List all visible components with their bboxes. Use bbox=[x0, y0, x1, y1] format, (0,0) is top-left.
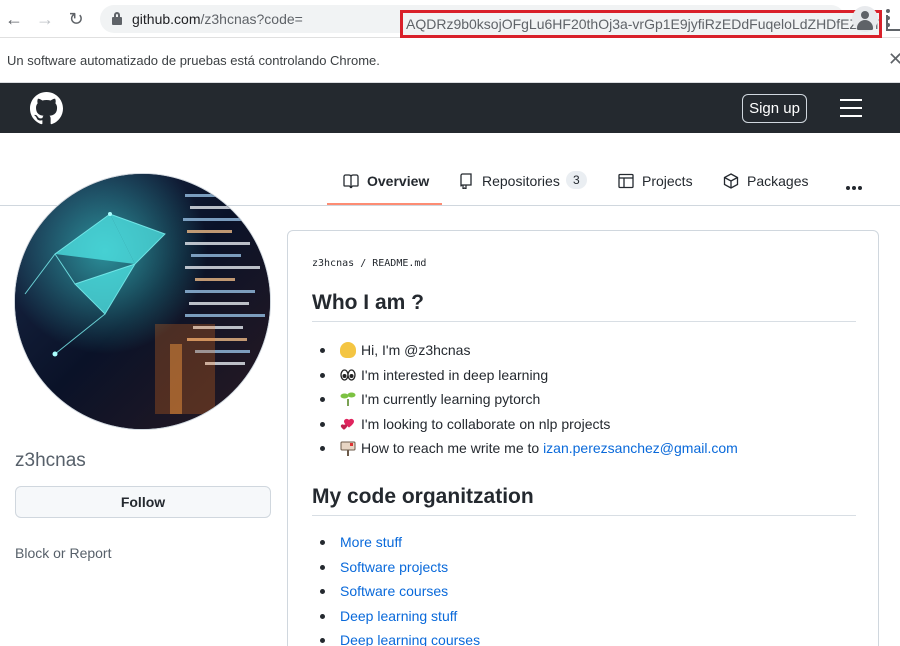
readme-card: z3hcnas / README.md Who I am ? Hi, I'm @… bbox=[287, 230, 879, 646]
url-code: AQDRz9b0ksojOFgLu6HF20thOj3a-vrGp1E9jyfi… bbox=[406, 16, 882, 32]
list-item: I'm interested in deep learning bbox=[320, 365, 738, 390]
book-icon bbox=[343, 174, 359, 189]
list-item-text: How to reach me write me to bbox=[361, 440, 544, 456]
readme-path-user[interactable]: z3hcnas bbox=[312, 258, 354, 269]
follow-button[interactable]: Follow bbox=[15, 486, 271, 518]
tab-overview[interactable]: Overview bbox=[327, 171, 442, 205]
revolving-hearts-icon bbox=[340, 416, 356, 432]
address-bar[interactable]: github.com/z3hcnas?code= AQDRz9b0ksojOFg… bbox=[100, 5, 900, 38]
repositories-count-badge: 3 bbox=[566, 171, 587, 189]
tab-projects[interactable]: Projects bbox=[618, 171, 698, 205]
projects-icon bbox=[618, 173, 634, 189]
forward-arrow-icon[interactable]: → bbox=[34, 8, 56, 30]
list-item: I'm currently learning pytorch bbox=[320, 389, 738, 414]
readme-path-separator: / bbox=[360, 258, 367, 269]
profile-avatar-icon[interactable] bbox=[852, 6, 878, 32]
email-link[interactable]: izan.perezsanchez@gmail.com bbox=[543, 440, 738, 456]
infobar-text: Un software automatizado de pruebas está… bbox=[7, 53, 380, 68]
more-stuff-link[interactable]: More stuff bbox=[340, 534, 402, 550]
list-item: Software projects bbox=[320, 557, 480, 582]
software-courses-link[interactable]: Software courses bbox=[340, 583, 448, 599]
more-tabs-icon[interactable] bbox=[846, 177, 864, 195]
deep-learning-courses-link[interactable]: Deep learning courses bbox=[340, 632, 480, 646]
list-item: Deep learning courses bbox=[320, 630, 480, 646]
mailbox-icon bbox=[340, 440, 356, 456]
avatar[interactable] bbox=[14, 173, 271, 430]
close-icon[interactable]: ✕ bbox=[888, 49, 900, 70]
tab-projects-label: Projects bbox=[642, 173, 693, 189]
browser-toolbar: ← → ↻ github.com/z3hcnas?code= AQDRz9b0k… bbox=[0, 0, 900, 38]
hamburger-menu-icon[interactable] bbox=[840, 99, 862, 117]
url-path: /z3hcnas?code= bbox=[200, 11, 303, 27]
url-text[interactable]: github.com/z3hcnas?code= bbox=[132, 11, 303, 27]
url-domain: github.com bbox=[132, 11, 201, 27]
browser-menu-icon[interactable] bbox=[886, 9, 890, 29]
block-report-link[interactable]: Block or Report bbox=[15, 545, 111, 561]
github-logo-icon[interactable] bbox=[30, 92, 63, 125]
readme-path: z3hcnas / README.md bbox=[312, 258, 426, 269]
waving-hand-icon bbox=[340, 342, 356, 358]
list-item-text: Hi, I'm @z3hcnas bbox=[361, 342, 471, 358]
reload-icon[interactable]: ↻ bbox=[65, 8, 87, 30]
package-icon bbox=[723, 173, 739, 189]
list-item-text: I'm interested in deep learning bbox=[361, 366, 549, 383]
organization-list: More stuff Software projects Software co… bbox=[320, 532, 480, 646]
tab-repositories[interactable]: Repositories 3 bbox=[458, 171, 588, 205]
tab-overview-label: Overview bbox=[367, 173, 430, 189]
eyes-icon bbox=[340, 367, 356, 383]
profile-username: z3hcnas bbox=[15, 450, 86, 471]
list-item-text: I'm looking to collaborate on nlp projec… bbox=[361, 415, 611, 432]
list-item: Software courses bbox=[320, 581, 480, 606]
github-header: Sign up bbox=[0, 83, 900, 133]
repo-icon bbox=[460, 173, 472, 189]
about-list: Hi, I'm @z3hcnas I'm interested in deep … bbox=[320, 340, 738, 463]
lock-icon[interactable] bbox=[112, 12, 122, 26]
list-item: Deep learning stuff bbox=[320, 606, 480, 631]
list-item: How to reach me write me to izan.perezsa… bbox=[320, 438, 738, 463]
deep-learning-stuff-link[interactable]: Deep learning stuff bbox=[340, 608, 457, 624]
avatar-image bbox=[15, 174, 270, 429]
back-arrow-icon[interactable]: ← bbox=[3, 8, 25, 30]
tab-packages[interactable]: Packages bbox=[723, 171, 813, 205]
seedling-icon bbox=[340, 391, 356, 407]
list-item: I'm looking to collaborate on nlp projec… bbox=[320, 414, 738, 439]
readme-heading-who: Who I am ? bbox=[312, 291, 856, 322]
tab-repositories-label: Repositories bbox=[482, 173, 560, 189]
readme-heading-organization: My code organitzation bbox=[312, 485, 856, 516]
readme-path-file[interactable]: README.md bbox=[372, 258, 426, 269]
automation-infobar: Un software automatizado de pruebas está… bbox=[0, 38, 900, 83]
url-code-highlight: AQDRz9b0ksojOFgLu6HF20thOj3a-vrGp1E9jyfi… bbox=[400, 10, 882, 38]
list-item: Hi, I'm @z3hcnas bbox=[320, 340, 738, 365]
software-projects-link[interactable]: Software projects bbox=[340, 559, 448, 575]
sign-up-button[interactable]: Sign up bbox=[742, 94, 807, 123]
tab-packages-label: Packages bbox=[747, 173, 809, 189]
list-item-text: I'm currently learning pytorch bbox=[361, 391, 541, 407]
list-item: More stuff bbox=[320, 532, 480, 557]
